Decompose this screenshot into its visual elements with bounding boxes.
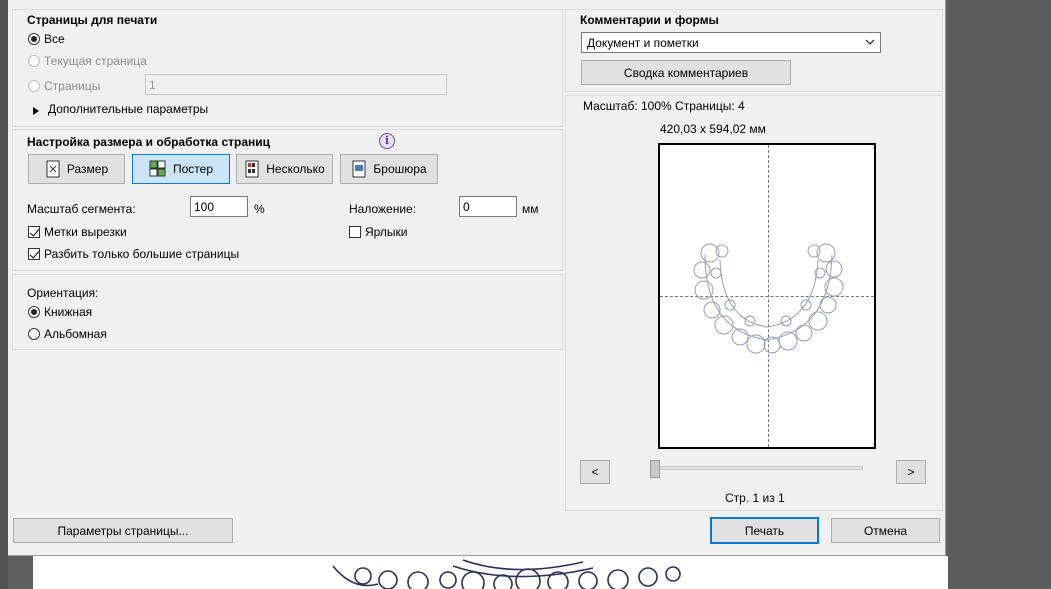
poster-icon — [149, 160, 166, 177]
prev-page-button[interactable]: < — [580, 460, 610, 484]
radio-pages-label[interactable]: Страницы — [44, 79, 100, 93]
radio-portrait-label[interactable]: Книжная — [44, 305, 92, 319]
background-right — [948, 0, 1051, 589]
poster-button[interactable]: Постер — [132, 154, 230, 184]
orientation-title: Ориентация: — [27, 286, 99, 300]
cut-marks-checkbox[interactable] — [28, 226, 40, 238]
multiple-button-label: Несколько — [266, 162, 325, 176]
booklet-button[interactable]: Брошюра — [340, 154, 438, 184]
background-document-page — [33, 556, 948, 589]
page-sizing-panel: Настройка размера и обработка страниц i … — [12, 129, 563, 271]
size-button[interactable]: Размер — [28, 154, 125, 184]
page-sizing-title: Настройка размера и обработка страниц — [27, 135, 270, 149]
size-button-label: Размер — [66, 162, 109, 176]
page-setup-button[interactable]: Параметры страницы... — [13, 518, 233, 543]
cut-marks-label[interactable]: Метки вырезки — [44, 225, 127, 239]
radio-landscape[interactable] — [28, 328, 40, 340]
background-artwork — [332, 559, 681, 589]
tile-scale-unit: % — [254, 202, 265, 216]
booklet-button-label: Брошюра — [373, 162, 427, 176]
radio-all-label[interactable]: Все — [44, 32, 65, 46]
radio-current-page-label[interactable]: Текущая страница — [44, 54, 147, 68]
tile-scale-label: Масштаб сегмента: — [27, 202, 136, 216]
page-indicator: Стр. 1 из 1 — [725, 491, 785, 505]
next-page-button[interactable]: > — [896, 460, 926, 484]
chevron-down-icon[interactable] — [864, 36, 876, 48]
radio-current-page[interactable] — [28, 55, 40, 67]
orientation-panel: Ориентация: Книжная Альбомная — [12, 274, 563, 350]
print-dialog: Страницы для печати Все Текущая страница… — [8, 0, 946, 556]
labels-label[interactable]: Ярлыки — [365, 225, 408, 239]
preview-artwork — [693, 243, 844, 354]
comments-forms-select-value: Документ и пометки — [587, 36, 699, 50]
poster-button-label: Постер — [172, 162, 213, 176]
overlap-input[interactable]: 0 — [459, 196, 517, 217]
comments-forms-select[interactable]: Документ и пометки — [581, 32, 881, 53]
radio-pages[interactable] — [28, 80, 40, 92]
tile-scale-input[interactable]: 100 — [190, 196, 248, 217]
booklet-icon — [352, 160, 366, 178]
radio-landscape-label[interactable]: Альбомная — [44, 327, 107, 341]
labels-checkbox[interactable] — [349, 226, 361, 238]
radio-all[interactable] — [28, 33, 40, 45]
info-icon[interactable]: i — [379, 133, 395, 149]
preview-page — [658, 143, 876, 449]
preview-scale-info: Масштаб: 100% Страницы: 4 — [583, 99, 745, 113]
page-slider-thumb[interactable] — [650, 460, 660, 478]
size-icon — [46, 160, 60, 178]
radio-portrait[interactable] — [28, 306, 40, 318]
comments-forms-title: Комментарии и формы — [580, 13, 719, 27]
more-options-link[interactable]: Дополнительные параметры — [48, 102, 208, 116]
comments-summary-button[interactable]: Сводка комментариев — [581, 60, 791, 85]
pages-to-print-panel: Страницы для печати Все Текущая страница… — [12, 9, 563, 127]
tile-large-pages-label[interactable]: Разбить только большие страницы — [44, 247, 239, 261]
overlap-unit: мм — [522, 202, 539, 216]
expand-triangle-icon[interactable] — [33, 104, 39, 118]
pages-range-input[interactable]: 1 — [145, 74, 447, 95]
print-button[interactable]: Печать — [710, 517, 819, 544]
comments-forms-panel: Комментарии и формы Документ и пометки С… — [565, 9, 943, 92]
tile-large-pages-checkbox[interactable] — [28, 248, 40, 260]
overlap-label: Наложение: — [349, 202, 417, 216]
cancel-button[interactable]: Отмена — [831, 518, 940, 543]
page-slider-track[interactable] — [653, 466, 863, 470]
multiple-pages-icon — [245, 160, 259, 178]
multiple-button[interactable]: Несколько — [236, 154, 333, 184]
pages-to-print-title: Страницы для печати — [27, 13, 158, 27]
background-left — [0, 0, 8, 589]
preview-dimensions: 420,03 x 594,02 мм — [660, 122, 766, 136]
